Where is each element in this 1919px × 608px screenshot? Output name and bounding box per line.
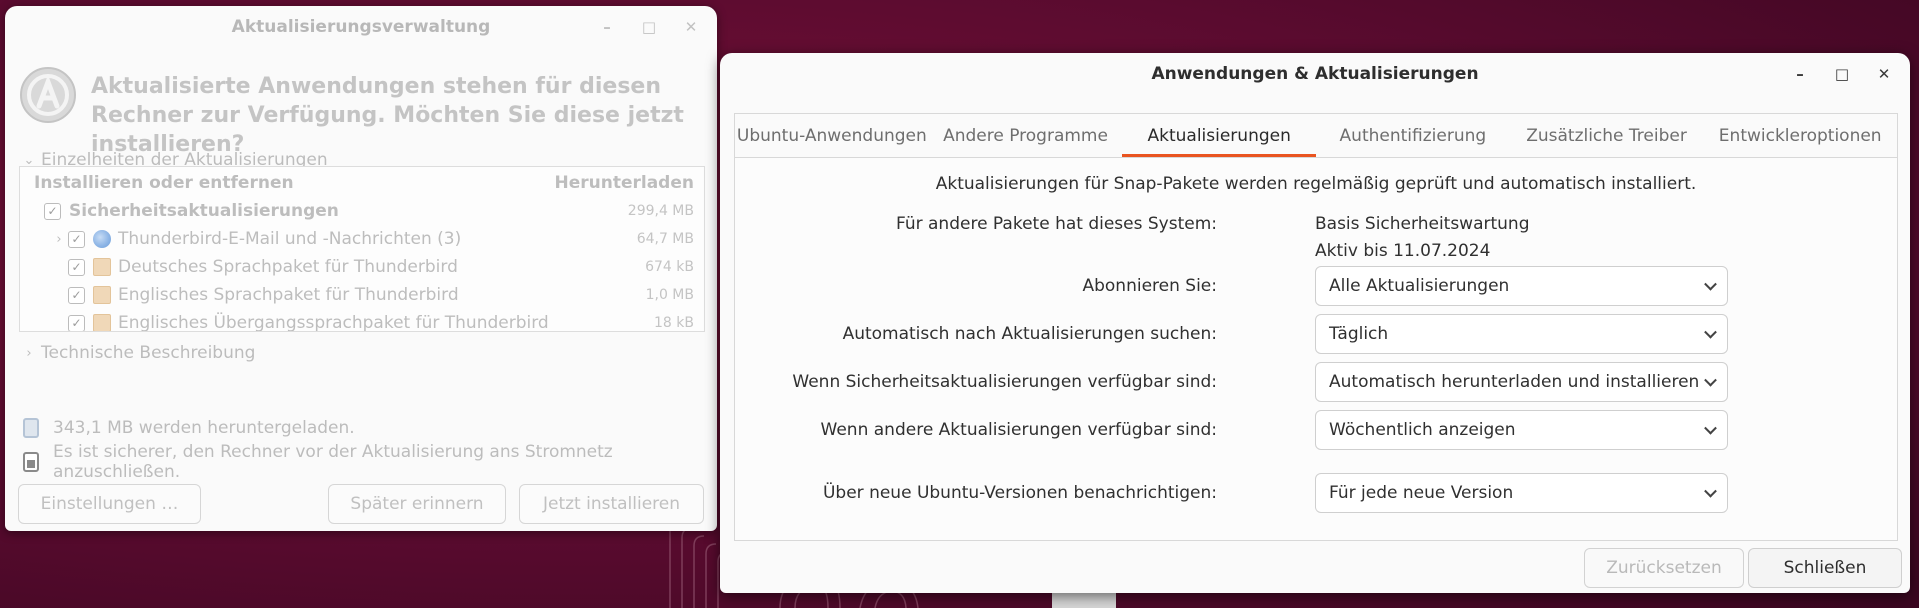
package-size: 64,7 MB	[636, 231, 694, 247]
power-info: Es ist sicherer, den Rechner vor der Akt…	[23, 442, 717, 482]
battery-icon	[23, 452, 39, 472]
subscribe-label: Abonnieren Sie:	[1082, 276, 1217, 296]
checkbox[interactable]: ✓	[68, 314, 85, 331]
package-icon	[93, 314, 111, 331]
download-info: 343,1 MB werden heruntergeladen.	[23, 418, 355, 438]
checkbox[interactable]: ✓	[68, 286, 85, 304]
package-icon	[93, 286, 111, 304]
chevron-down-icon	[1704, 421, 1717, 435]
chevron-down-icon	[1704, 373, 1717, 387]
tab-updates[interactable]: Aktualisierungen	[1122, 114, 1316, 157]
chevron-down-icon	[1704, 484, 1717, 498]
other-updates-label: Wenn andere Aktualisierungen verfügbar s…	[820, 420, 1217, 440]
software-updates-window: Anwendungen & Aktualisierungen – □ ✕ Ubu…	[720, 53, 1910, 593]
subscribe-value: Alle Aktualisierungen	[1329, 276, 1510, 296]
package-size: 299,4 MB	[627, 203, 694, 219]
package-size: 674 kB	[645, 259, 694, 275]
maximize-icon[interactable]: □	[635, 13, 663, 41]
package-list-header: Installieren oder entfernen Herunterlade…	[20, 167, 704, 197]
other-updates-dropdown[interactable]: Wöchentlich anzeigen	[1315, 410, 1728, 450]
tab-ubuntu-software[interactable]: Ubuntu-Anwendungen	[735, 114, 929, 157]
package-size: 1,0 MB	[645, 287, 694, 303]
security-updates-value: Automatisch herunterladen und installier…	[1329, 372, 1700, 392]
download-info-text: 343,1 MB werden heruntergeladen.	[53, 418, 355, 438]
chevron-right-icon: ›	[26, 345, 32, 361]
maximize-icon[interactable]: □	[1828, 60, 1856, 88]
package-icon	[93, 258, 111, 276]
minimize-icon[interactable]: –	[1786, 60, 1814, 88]
window-title: Anwendungen & Aktualisierungen	[1151, 64, 1479, 84]
software-updates-titlebar[interactable]: Anwendungen & Aktualisierungen – □ ✕	[720, 53, 1910, 95]
tab-developer-options[interactable]: Entwickleroptionen	[1703, 114, 1897, 157]
close-icon[interactable]: ✕	[1870, 60, 1898, 88]
minimize-icon[interactable]: –	[593, 13, 621, 41]
install-now-button[interactable]: Jetzt installieren	[519, 484, 704, 524]
download-icon	[23, 418, 39, 438]
column-header-size[interactable]: Herunterladen	[555, 173, 695, 197]
package-size: 18 kB	[654, 315, 694, 331]
other-updates-value: Wöchentlich anzeigen	[1329, 420, 1516, 440]
chevron-down-icon	[1704, 325, 1717, 339]
power-info-text: Es ist sicherer, den Rechner vor der Akt…	[53, 442, 613, 482]
column-header-name[interactable]: Installieren oder entfernen	[34, 173, 294, 197]
snap-note: Aktualisierungen für Snap-Pakete werden …	[935, 174, 1697, 194]
tab-authentication[interactable]: Authentifizierung	[1316, 114, 1510, 157]
remind-later-button[interactable]: Später erinnern	[328, 484, 506, 524]
thunderbird-icon	[93, 230, 111, 248]
auto-check-value: Täglich	[1329, 324, 1389, 344]
system-label: Für andere Pakete hat dieses System:	[896, 214, 1217, 234]
close-button[interactable]: Schließen	[1748, 548, 1902, 588]
list-item[interactable]: ✓ Sicherheitsaktualisierungen 299,4 MB	[20, 197, 704, 225]
close-icon[interactable]: ✕	[677, 13, 705, 41]
notify-versions-label: Über neue Ubuntu-Versionen benachrichtig…	[822, 483, 1217, 503]
updates-panel: Aktualisierungen für Snap-Pakete werden …	[734, 157, 1898, 541]
subscribe-dropdown[interactable]: Alle Aktualisierungen	[1315, 266, 1728, 306]
update-headline: Aktualisierte Anwendungen stehen für die…	[91, 74, 684, 157]
update-manager-titlebar[interactable]: Aktualisierungsverwaltung – □ ✕	[5, 6, 717, 48]
checkbox[interactable]: ✓	[68, 258, 85, 276]
tab-additional-drivers[interactable]: Zusätzliche Treiber	[1510, 114, 1704, 157]
system-active: Aktiv bis 11.07.2024	[1315, 241, 1491, 261]
technical-description-expander[interactable]: › Technische Beschreibung	[23, 343, 255, 363]
package-label: Englisches Sprachpaket für Thunderbird	[118, 285, 459, 305]
system-value: Basis Sicherheitswartung	[1315, 214, 1530, 234]
security-updates-label: Wenn Sicherheitsaktualisierungen verfügb…	[792, 372, 1217, 392]
checkbox[interactable]: ✓	[44, 202, 61, 220]
package-label: Thunderbird-E-Mail und -Nachrichten (3)	[118, 229, 462, 249]
software-updater-icon	[20, 67, 76, 123]
list-item[interactable]: ✓ Deutsches Sprachpaket für Thunderbird …	[20, 253, 704, 281]
technical-description-label: Technische Beschreibung	[41, 343, 256, 363]
update-manager-window: Aktualisierungsverwaltung – □ ✕ Aktualis…	[5, 6, 717, 531]
notify-versions-dropdown[interactable]: Für jede neue Version	[1315, 473, 1728, 513]
security-updates-dropdown[interactable]: Automatisch herunterladen und installier…	[1315, 362, 1728, 402]
chevron-right-icon[interactable]: ›	[50, 232, 68, 247]
list-item[interactable]: › ✓ Thunderbird-E-Mail und -Nachrichten …	[20, 225, 704, 253]
revert-button[interactable]: Zurücksetzen	[1584, 548, 1744, 588]
auto-check-label: Automatisch nach Aktualisierungen suchen…	[842, 324, 1217, 344]
checkbox[interactable]: ✓	[68, 230, 85, 248]
chevron-down-icon	[1704, 277, 1717, 291]
package-list[interactable]: Installieren oder entfernen Herunterlade…	[19, 166, 705, 332]
settings-button[interactable]: Einstellungen …	[18, 484, 201, 524]
window-title: Aktualisierungsverwaltung	[231, 17, 491, 37]
tab-bar: Ubuntu-Anwendungen Andere Programme Aktu…	[734, 113, 1898, 157]
auto-check-dropdown[interactable]: Täglich	[1315, 314, 1728, 354]
list-item[interactable]: ✓ Englisches Sprachpaket für Thunderbird…	[20, 281, 704, 309]
tab-other-software[interactable]: Andere Programme	[929, 114, 1123, 157]
package-label: Sicherheitsaktualisierungen	[69, 201, 339, 221]
package-label: Deutsches Sprachpaket für Thunderbird	[118, 257, 458, 277]
notify-versions-value: Für jede neue Version	[1329, 483, 1514, 503]
list-item[interactable]: ✓ Englisches Übergangssprachpaket für Th…	[20, 309, 704, 332]
package-label: Englisches Übergangssprachpaket für Thun…	[118, 313, 549, 332]
